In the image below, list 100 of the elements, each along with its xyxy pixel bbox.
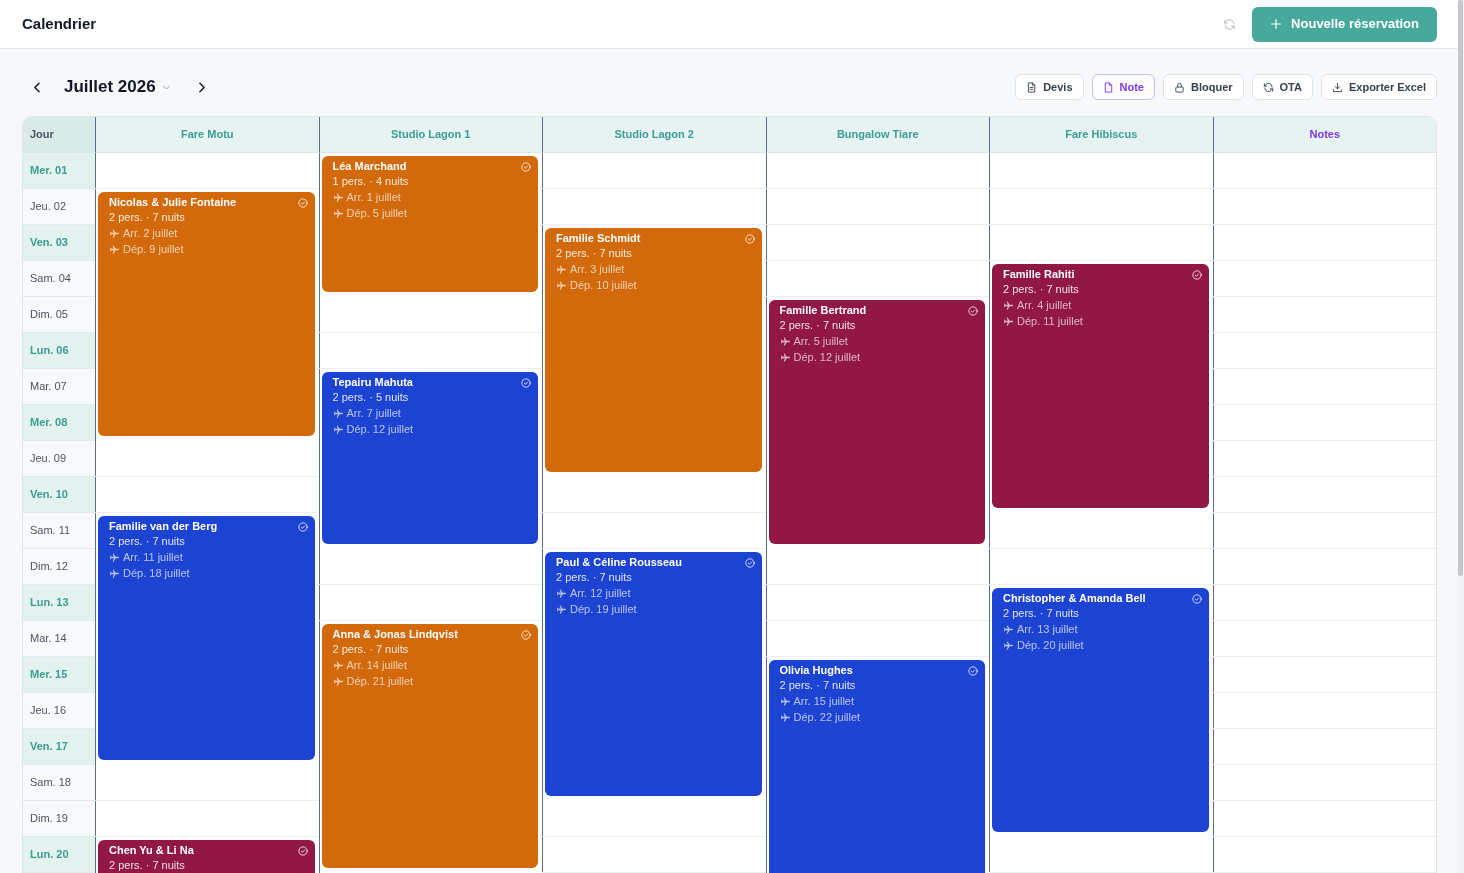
day-cell: Lun. 06	[23, 333, 95, 369]
scrollbar-thumb[interactable]	[1458, 0, 1463, 576]
booking-card[interactable]: Anna & Jonas Lindqvist 2 pers. · 7 nuits Arr. 14 juillet Dép. 21 juillet	[321, 624, 538, 868]
arrival-date: Arr. 4 juillet	[1017, 298, 1072, 313]
arrival-date: Arr. 13 juillet	[1017, 622, 1078, 637]
plane-icon	[556, 587, 567, 599]
booking-summary: 2 pers. · 7 nuits	[109, 210, 186, 225]
arrival-date: Arr. 5 juillet	[793, 334, 848, 349]
lock-icon	[1174, 81, 1185, 93]
booking-summary: 2 pers. · 7 nuits	[109, 534, 186, 549]
arrival-date: Arr. 14 juillet	[346, 658, 408, 673]
document-icon	[1026, 81, 1038, 93]
guest-name: Léa Marchand	[332, 159, 407, 174]
day-cell: Mar. 07	[23, 369, 95, 405]
guest-name: Famille Rahiti	[1003, 267, 1075, 282]
booking-summary: 2 pers. · 7 nuits	[1003, 606, 1080, 621]
booking-card[interactable]: Olivia Hughes 2 pers. · 7 nuits Arr. 15 juillet Dép. 22 juillet	[768, 660, 985, 873]
day-cell: Dim. 19	[23, 801, 95, 837]
arrival-date: Arr. 2 juillet	[123, 226, 178, 241]
column-header: Notes	[1212, 117, 1436, 153]
plane-icon	[556, 603, 567, 615]
guest-name: Tepairu Mahuta	[332, 375, 413, 390]
page-title: Calendrier	[22, 15, 97, 33]
plane-icon	[1003, 315, 1014, 327]
plane-icon	[109, 567, 120, 579]
booking-card[interactable]: Christopher & Amanda Bell 2 pers. · 7 nuits Arr. 13 juillet Dép. 20 juillet	[992, 588, 1209, 832]
plane-icon	[332, 407, 344, 419]
arrival-date: Arr. 11 juillet	[123, 550, 183, 565]
guest-name: Chen Yu & Li Na	[109, 843, 194, 858]
booking-summary: 2 pers. · 7 nuits	[109, 858, 186, 873]
departure-date: Dép. 21 juillet	[346, 674, 414, 689]
download-icon	[1331, 81, 1343, 93]
booking-summary: 2 pers. · 7 nuits	[1003, 282, 1080, 297]
toolbar-button[interactable]: Exporter Excel	[1320, 74, 1437, 100]
plane-icon	[779, 335, 791, 347]
toolbar-button[interactable]: Note	[1091, 74, 1155, 100]
day-cell: Dim. 05	[23, 297, 95, 333]
departure-date: Dép. 5 juillet	[346, 206, 408, 221]
day-cell: Lun. 13	[23, 585, 95, 621]
toolbar-button[interactable]: OTA	[1251, 74, 1313, 100]
toolbar-button[interactable]: Bloquer	[1163, 74, 1244, 100]
plane-icon	[109, 551, 120, 563]
booking-card[interactable]: Léa Marchand 1 pers. · 4 nuits Arr. 1 juillet Dép. 5 juillet	[321, 156, 538, 292]
plane-icon	[779, 711, 791, 723]
booking-card[interactable]: Paul & Céline Rousseau 2 pers. · 7 nuits Arr. 12 juillet Dép. 19 juillet	[545, 552, 762, 796]
departure-date: Dép. 22 juillet	[793, 710, 861, 725]
refresh-icon	[1262, 81, 1274, 93]
plane-icon	[779, 695, 791, 707]
arrival-date: Arr. 12 juillet	[570, 586, 631, 601]
plane-icon	[109, 243, 120, 255]
arrival-date: Arr. 7 juillet	[346, 406, 401, 421]
day-cell: Jeu. 16	[23, 693, 95, 729]
departure-date: Dép. 18 juillet	[123, 566, 190, 581]
day-cell: Sam. 04	[23, 261, 95, 297]
departure-date: Dép. 12 juillet	[346, 422, 414, 437]
guest-name: Christopher & Amanda Bell	[1003, 591, 1146, 606]
plane-icon	[332, 659, 344, 671]
month-selector[interactable]: Juillet 2026	[64, 74, 171, 100]
plus-icon	[1270, 18, 1283, 30]
booking-summary: 2 pers. · 7 nuits	[332, 642, 410, 657]
plane-icon	[332, 675, 344, 687]
day-cell: Ven. 10	[23, 477, 95, 513]
caret-down-icon	[161, 82, 171, 92]
plane-icon	[1003, 639, 1014, 651]
column-header: Jour	[23, 117, 95, 153]
booking-summary: 2 pers. · 7 nuits	[779, 678, 857, 693]
plane-icon	[332, 191, 344, 203]
arrival-date: Arr. 15 juillet	[793, 694, 855, 709]
booking-summary: 1 pers. · 4 nuits	[332, 174, 410, 189]
departure-date: Dép. 19 juillet	[570, 602, 637, 617]
column-header: Fare Hibiscus	[989, 117, 1213, 153]
booking-card[interactable]: Familie van der Berg 2 pers. · 7 nuits Arr. 11 juillet Dép. 18 juillet	[98, 516, 315, 760]
departure-date: Dép. 12 juillet	[793, 350, 861, 365]
departure-date: Dép. 11 juillet	[1017, 314, 1083, 329]
guest-name: Familie van der Berg	[109, 519, 218, 534]
file-icon	[1102, 81, 1114, 93]
booking-card[interactable]: Famille Rahiti 2 pers. · 7 nuits Arr. 4 juillet Dép. 11 juillet	[992, 264, 1209, 508]
column-header: Bungalow Tiare	[765, 117, 989, 153]
plane-icon	[332, 207, 344, 219]
day-cell: Ven. 03	[23, 225, 95, 261]
plane-icon	[556, 263, 567, 275]
departure-date: Dép. 10 juillet	[570, 278, 637, 293]
day-cell: Mer. 15	[23, 657, 95, 693]
booking-card[interactable]: Familie Schmidt 2 pers. · 7 nuits Arr. 3 juillet Dép. 10 juillet	[545, 228, 762, 472]
toolbar-button[interactable]: Devis	[1015, 74, 1084, 100]
plane-icon	[1003, 623, 1014, 635]
booking-card[interactable]: Tepairu Mahuta 2 pers. · 5 nuits Arr. 7 juillet Dép. 12 juillet	[321, 372, 538, 544]
day-cell: Lun. 20	[23, 837, 95, 873]
booking-card[interactable]: Famille Bertrand 2 pers. · 7 nuits Arr. 5 juillet Dép. 12 juillet	[768, 300, 985, 544]
column-header: Fare Motu	[95, 117, 319, 153]
arrival-date: Arr. 3 juillet	[570, 262, 625, 277]
booking-card[interactable]: Nicolas & Julie Fontaine 2 pers. · 7 nuits Arr. 2 juillet Dép. 9 juillet	[98, 192, 315, 436]
plane-icon	[556, 279, 567, 291]
plane-icon	[332, 423, 344, 435]
booking-summary: 2 pers. · 7 nuits	[556, 246, 633, 261]
day-cell: Dim. 12	[23, 549, 95, 585]
departure-date: Dép. 20 juillet	[1017, 638, 1084, 653]
column-header: Studio Lagon 1	[318, 117, 542, 153]
booking-card[interactable]: Chen Yu & Li Na 2 pers. · 7 nuits	[98, 840, 315, 873]
booking-summary: 2 pers. · 5 nuits	[332, 390, 410, 405]
